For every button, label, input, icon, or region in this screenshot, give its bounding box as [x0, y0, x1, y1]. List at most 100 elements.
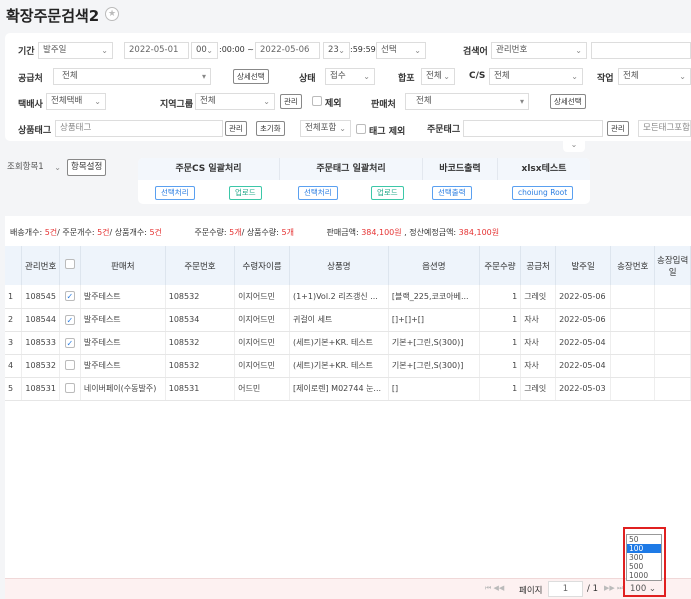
supplier-select[interactable]: 전체 ▾ [53, 68, 211, 85]
expand-chevron-icon[interactable]: ⌄ [563, 140, 585, 152]
cell: 108531 [21, 377, 60, 401]
seller-select[interactable]: 전체 ▾ [405, 93, 529, 110]
first-prev-page-icons[interactable]: ⏮ ◀◀ [485, 584, 504, 593]
column-header[interactable]: 상품명 [289, 246, 389, 285]
product-tag-manage-button[interactable]: 관리 [225, 121, 247, 136]
cell: 108532 [165, 331, 236, 355]
row-checkbox[interactable] [64, 382, 75, 393]
page-input[interactable]: 1 [548, 581, 583, 597]
cell: 2 [5, 308, 23, 332]
cell: 그레잇 [520, 285, 557, 309]
view-settings-button[interactable]: 항목설정 [67, 159, 107, 176]
status-label: 상태 [299, 74, 316, 84]
tag-select-process-button[interactable]: 선택처리 [298, 186, 338, 200]
row-checkbox[interactable] [64, 359, 75, 370]
hour-to-select[interactable]: 23 ⌄ [323, 42, 350, 59]
order-tag-manage-button[interactable]: 관리 [607, 121, 629, 136]
column-header[interactable]: 공급처 [520, 246, 557, 285]
cs-select-process-button[interactable]: 선택처리 [155, 186, 195, 200]
barcode-print-button[interactable]: 선택출력 [432, 186, 472, 200]
region-manage-button[interactable]: 관리 [280, 94, 302, 109]
date-to-input[interactable]: 2022-05-06 [255, 42, 320, 59]
table-row[interactable]: 1 108545 ✓ 발주테스트 108532 이지어드민 (1+1)Vol.2 리즈갱신 … [5, 285, 691, 309]
order-tag-include-select[interactable]: 모든태그포함 [638, 120, 691, 137]
period-type-select[interactable]: 발주일 ⌄ [38, 42, 113, 59]
order-tag-input[interactable] [463, 120, 603, 137]
search-type-select[interactable]: 관리번호 ⌄ [491, 42, 587, 59]
view-preset-select[interactable]: 조회항목1 ⌄ [3, 160, 65, 177]
reset-button[interactable]: 초기화 [256, 121, 285, 136]
cell [59, 354, 81, 378]
status-select[interactable]: 접수 ⌄ [325, 68, 375, 85]
courier-select[interactable]: 전체택배 ⌄ [46, 93, 106, 110]
cell: 1 [479, 377, 522, 401]
tag-exclude-checkbox[interactable] [356, 124, 366, 134]
cs-select[interactable]: 전체 ⌄ [489, 68, 583, 85]
batch-header-tag: 주문태그 일괄처리 [280, 158, 423, 180]
column-header[interactable]: 수령자이름 [234, 246, 290, 285]
date-from-input[interactable]: 2022-05-01 [124, 42, 189, 59]
work-select[interactable]: 전체 ⌄ [618, 68, 691, 85]
orders-table: 관리번호 판매처 주문번호 수령자이름 상품명 옵션명 주문수량 공급처 발주일 송장번호 송장입력… [5, 246, 691, 401]
cell [654, 308, 691, 332]
cell: 3 [5, 331, 23, 355]
tag-upload-button[interactable]: 업로드 [371, 186, 404, 200]
column-header[interactable]: 주문수량 [479, 246, 522, 285]
exclude-checkbox[interactable] [312, 96, 322, 106]
supplier-detail-button[interactable]: 상세선택 [233, 69, 269, 84]
search-input[interactable] [591, 42, 691, 59]
cell [610, 331, 656, 355]
table-row[interactable]: 2 108544 ✓ 발주테스트 108534 이지어드민 귀걸이 세트 []+[]+[] 1 자… [5, 308, 691, 332]
period-preset-select[interactable]: 선택 ⌄ [376, 42, 426, 59]
seller-detail-button[interactable]: 상세선택 [550, 94, 586, 109]
select-all-checkbox[interactable] [64, 259, 75, 269]
cell: 108532 [165, 354, 236, 378]
cell [610, 285, 656, 309]
cell: [] [388, 377, 480, 401]
column-header[interactable]: 관리번호 [21, 246, 60, 285]
cell: 2022-05-06 [555, 285, 612, 309]
batch-header-barcode: 바코드출력 [423, 158, 498, 180]
cell: 108534 [165, 308, 236, 332]
xlsx-root-button[interactable]: choiung Root [512, 186, 574, 200]
cell [654, 331, 691, 355]
cell: ✓ [59, 308, 81, 332]
cell: 108545 [21, 285, 60, 309]
cell: 1 [5, 285, 23, 309]
cell: 1 [479, 285, 522, 309]
column-header[interactable]: 주문번호 [165, 246, 236, 285]
row-checkbox[interactable]: ✓ [64, 314, 75, 325]
cell: ✓ [59, 285, 81, 309]
cell [654, 285, 691, 309]
page-total: / 1 [587, 584, 598, 594]
column-header[interactable]: 판매처 [80, 246, 166, 285]
cell: 1 [479, 308, 522, 332]
column-header[interactable]: 발주일 [555, 246, 612, 285]
row-checkbox[interactable]: ✓ [64, 337, 75, 348]
favorite-star-icon[interactable]: ★ [105, 7, 119, 21]
column-header[interactable]: 송장번호 [610, 246, 656, 285]
cell: 자사 [520, 308, 557, 332]
table-row[interactable]: 5 108531 네이버페이(수동발주) 108531 어드민 [제이로렌] M02744… [5, 377, 691, 401]
exclude-label: 제외 [325, 99, 342, 109]
cell: []+[]+[] [388, 308, 480, 332]
cs-upload-button[interactable]: 업로드 [229, 186, 262, 200]
merge-select[interactable]: 전체 ⌄ [421, 68, 455, 85]
cell: 기본+[그린,S(300)] [388, 354, 480, 378]
table-row[interactable]: 4 108532 발주테스트 108532 이지어드민 (세트)기본+KR. 테스트 기본+… [5, 354, 691, 378]
tag-include-select[interactable]: 전체포함 ⌄ [300, 120, 351, 137]
product-tag-input[interactable]: 상품태그 [55, 120, 223, 137]
cell: (1+1)Vol.2 리즈갱신 ... [289, 285, 389, 309]
column-header[interactable]: 송장입력일 [654, 246, 691, 285]
region-select[interactable]: 전체 ⌄ [195, 93, 275, 110]
cell: 기본+[그린,S(300)] [388, 331, 480, 355]
column-header[interactable] [5, 246, 23, 285]
column-header[interactable]: 옵션명 [388, 246, 480, 285]
column-header[interactable] [59, 246, 81, 285]
row-checkbox[interactable]: ✓ [64, 291, 75, 302]
hour-from-select[interactable]: 00 ⌄ [191, 42, 218, 59]
cell: [블랙_225,코코아베... [388, 285, 480, 309]
next-last-page-icons[interactable]: ▶▶ ⏭ [604, 584, 623, 593]
cell: 발주테스트 [80, 285, 166, 309]
table-row[interactable]: 3 108533 ✓ 발주테스트 108532 이지어드민 (세트)기본+KR. 테스트 기본… [5, 331, 691, 355]
